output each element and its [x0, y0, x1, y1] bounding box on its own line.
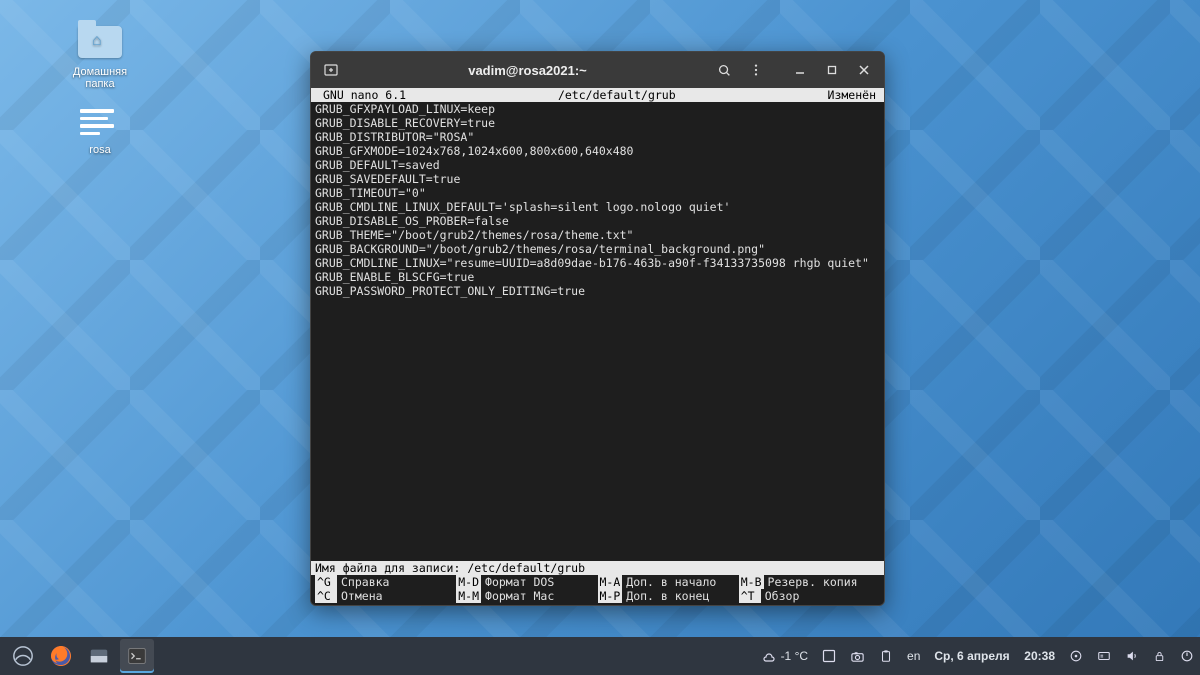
- folder-icon: [76, 22, 124, 62]
- nano-help-item: ^TОбзор: [739, 589, 880, 603]
- window-title: vadim@rosa2021:~: [349, 63, 706, 78]
- nano-help-key: M-D: [456, 575, 481, 589]
- nano-help-item: ^CОтмена: [315, 589, 456, 603]
- nano-help-item: M-PДоп. в конец: [598, 589, 739, 603]
- power-icon[interactable]: [1180, 649, 1194, 663]
- files-icon[interactable]: [82, 639, 116, 673]
- nano-help-label: Резерв. копия: [764, 575, 858, 589]
- nano-help-label: Справка: [337, 575, 389, 589]
- nano-help-label: Формат Mac: [481, 589, 554, 603]
- text-file-icon: [76, 100, 124, 140]
- terminal-body[interactable]: GNU nano 6.1 /etc/default/grub Изменён G…: [311, 88, 884, 605]
- nano-prompt[interactable]: Имя файла для записи: /etc/default/grub: [311, 561, 884, 575]
- nano-header: GNU nano 6.1 /etc/default/grub Изменён: [311, 88, 884, 102]
- nano-help-label: Доп. в конец: [622, 589, 709, 603]
- nano-help-label: Формат DOS: [481, 575, 554, 589]
- desktop-icon-rosa[interactable]: rosa: [60, 100, 140, 156]
- volume-icon[interactable]: [1125, 649, 1139, 663]
- nano-help-item: M-MФормат Mac: [456, 589, 597, 603]
- nano-help-key: ^C: [315, 589, 337, 603]
- notifications-icon[interactable]: [1069, 649, 1083, 663]
- nano-help-label: Отмена: [337, 589, 383, 603]
- time-text: 20:38: [1024, 649, 1055, 663]
- clock[interactable]: Ср, 6 апреля 20:38: [934, 649, 1055, 663]
- nano-help-key: M-P: [598, 589, 623, 603]
- keyboard-layout[interactable]: en: [907, 649, 920, 663]
- lock-icon[interactable]: [1153, 650, 1166, 663]
- date-text: Ср, 6 апреля: [934, 649, 1009, 663]
- titlebar[interactable]: vadim@rosa2021:~: [311, 52, 884, 88]
- network-icon[interactable]: [1097, 649, 1111, 663]
- nano-help-label: Обзор: [761, 589, 800, 603]
- menu-button[interactable]: [742, 56, 770, 84]
- close-button[interactable]: [850, 56, 878, 84]
- system-tray: -1 °C en Ср, 6 апреля 20:38: [761, 648, 1194, 664]
- new-tab-button[interactable]: [317, 56, 345, 84]
- tray-checkbox-icon[interactable]: [822, 649, 836, 663]
- weather-temp: -1 °C: [781, 649, 808, 663]
- nano-help-label: Доп. в начало: [622, 575, 716, 589]
- app-launcher[interactable]: [6, 639, 40, 673]
- weather-widget[interactable]: -1 °C: [761, 648, 808, 664]
- minimize-button[interactable]: [786, 56, 814, 84]
- firefox-icon[interactable]: [44, 639, 78, 673]
- camera-icon[interactable]: [850, 649, 865, 664]
- desktop-icon-home[interactable]: Домашняя папка: [60, 22, 140, 90]
- maximize-button[interactable]: [818, 56, 846, 84]
- nano-help-key: ^G: [315, 575, 337, 589]
- nano-help-item: ^GСправка: [315, 575, 456, 589]
- desktop-icon-label: Домашняя папка: [60, 66, 140, 90]
- nano-help-item: M-AДоп. в начало: [598, 575, 739, 589]
- clipboard-icon[interactable]: [879, 649, 893, 663]
- nano-app-name: GNU nano 6.1: [315, 88, 406, 102]
- nano-help-key: M-A: [598, 575, 623, 589]
- nano-content[interactable]: GRUB_GFXPAYLOAD_LINUX=keep GRUB_DISABLE_…: [311, 102, 884, 561]
- nano-help-item: M-BРезерв. копия: [739, 575, 880, 589]
- nano-help-key: M-M: [456, 589, 481, 603]
- taskbar: -1 °C en Ср, 6 апреля 20:38: [0, 637, 1200, 675]
- nano-file-path: /etc/default/grub: [406, 88, 827, 102]
- desktop-icon-label: rosa: [60, 144, 140, 156]
- terminal-window: vadim@rosa2021:~ GNU nano 6.1 /etc/defau…: [310, 51, 885, 606]
- nano-help-item: M-DФормат DOS: [456, 575, 597, 589]
- terminal-task-icon[interactable]: [120, 639, 154, 673]
- nano-help-key: M-B: [739, 575, 764, 589]
- weather-icon: [761, 648, 777, 664]
- nano-help-bar: ^GСправкаM-DФормат DOSM-AДоп. в началоM-…: [311, 575, 884, 605]
- nano-help-key: ^T: [739, 589, 761, 603]
- search-button[interactable]: [710, 56, 738, 84]
- nano-status: Изменён: [828, 88, 880, 102]
